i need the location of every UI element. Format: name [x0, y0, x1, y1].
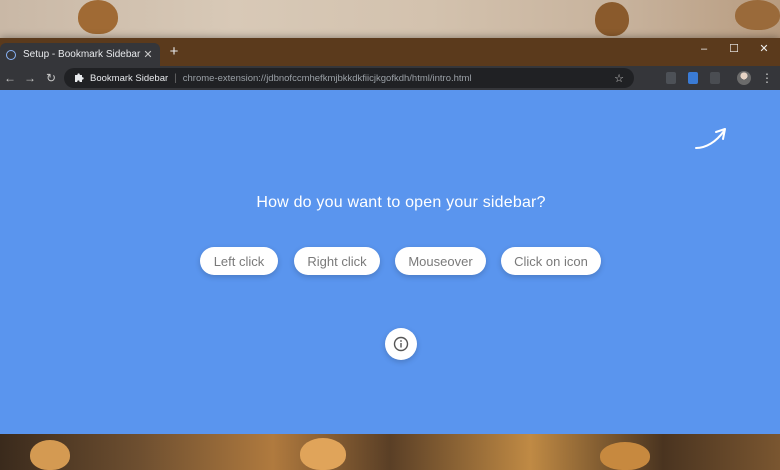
extension-icon[interactable] — [666, 72, 676, 84]
info-button[interactable] — [385, 328, 417, 360]
bookmark-star-icon[interactable]: ☆ — [614, 72, 624, 85]
wallpaper-flower — [300, 438, 346, 470]
close-window-button[interactable]: ✕ — [754, 42, 774, 56]
minimize-button[interactable]: – — [694, 42, 714, 56]
url-text: chrome-extension://jdbnofccmhefkmjbkkdkf… — [182, 72, 472, 84]
address-bar[interactable]: Bookmark Sidebar | chrome-extension://jd… — [64, 68, 634, 88]
right-click-button[interactable]: Right click — [294, 247, 380, 275]
desktop-wallpaper-top — [0, 0, 780, 38]
new-tab-button[interactable]: + — [166, 44, 182, 60]
info-icon — [393, 336, 409, 352]
curved-arrow-icon — [695, 128, 726, 149]
reload-button[interactable]: ↻ — [43, 70, 59, 86]
mouseover-button[interactable]: Mouseover — [395, 247, 486, 275]
setup-question: How do you want to open your sidebar? — [256, 194, 546, 211]
intro-page: How do you want to open your sidebar? Le… — [0, 90, 780, 434]
extension-favicon-icon — [6, 49, 16, 60]
left-click-button[interactable]: Left click — [200, 247, 278, 275]
profile-avatar[interactable] — [737, 71, 751, 85]
browser-menu-button[interactable]: ⋮ — [761, 71, 773, 85]
wallpaper-flower — [30, 440, 70, 470]
wallpaper-flower — [78, 0, 118, 34]
site-name: Bookmark Sidebar — [90, 72, 169, 84]
browser-window: Setup - Bookmark Sidebar ✕ + – ☐ ✕ ← → ↻… — [0, 38, 780, 434]
desktop-wallpaper-bottom — [0, 434, 780, 470]
extension-icon[interactable] — [688, 72, 698, 84]
tab-setup[interactable]: Setup - Bookmark Sidebar ✕ — [0, 43, 160, 66]
tab-close-icon[interactable]: ✕ — [142, 48, 154, 61]
back-button[interactable]: ← — [2, 70, 18, 86]
title-bar: Setup - Bookmark Sidebar ✕ + – ☐ ✕ — [0, 38, 780, 66]
extension-icon[interactable] — [710, 72, 720, 84]
forward-button[interactable]: → — [22, 70, 38, 86]
tab-title: Setup - Bookmark Sidebar — [23, 49, 141, 60]
browser-toolbar: ← → ↻ Bookmark Sidebar | chrome-extensio… — [0, 66, 780, 90]
maximize-button[interactable]: ☐ — [724, 42, 744, 56]
wallpaper-flower — [600, 442, 650, 470]
wallpaper-flower — [595, 2, 629, 36]
click-on-icon-button[interactable]: Click on icon — [501, 247, 601, 275]
omnibox-divider: | — [174, 72, 177, 84]
wallpaper-flower — [735, 0, 780, 30]
extension-puzzle-icon — [74, 72, 84, 85]
